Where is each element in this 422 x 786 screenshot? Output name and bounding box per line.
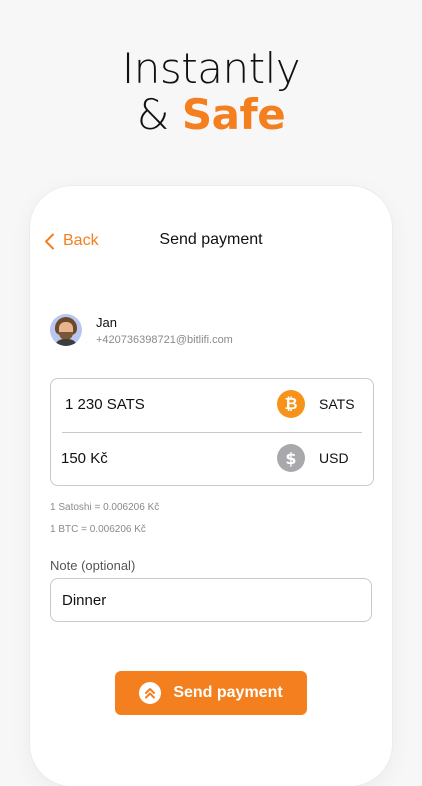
sats-currency-label: SATS: [319, 396, 355, 412]
double-chevron-up-icon: [139, 682, 162, 704]
sats-amount-input[interactable]: 1 230 SATS: [65, 396, 145, 413]
rate-btc: 1 BTC = 0.006206 Kč: [50, 524, 146, 535]
fiat-amount-row[interactable]: 150 Kč $ USD: [51, 433, 373, 483]
headline-accent: Safe: [181, 90, 286, 139]
recipient-address: +420736398721@bitlifi.com: [96, 333, 233, 346]
send-button-label: Send payment: [173, 684, 283, 701]
avatar: [50, 314, 82, 346]
fiat-amount-input[interactable]: 150 Kč: [61, 450, 108, 467]
headline-line2: & Safe: [0, 92, 422, 138]
dollar-icon: $: [277, 444, 305, 472]
fiat-currency-label: USD: [319, 450, 349, 466]
headline-amp: &: [136, 90, 170, 139]
recipient-name: Jan: [96, 314, 117, 330]
send-payment-button[interactable]: Send payment: [115, 671, 307, 715]
note-input[interactable]: Dinner: [50, 578, 372, 622]
recipient-contact: Jan +420736398721@bitlifi.com: [50, 314, 233, 346]
note-value: Dinner: [62, 591, 107, 609]
sats-amount-row[interactable]: 1 230 SATS ₿ SATS: [51, 379, 373, 429]
amount-box: 1 230 SATS ₿ SATS 150 Kč $ USD: [50, 378, 374, 486]
headline: Instantly & Safe: [0, 46, 422, 138]
note-label: Note (optional): [50, 558, 136, 573]
bitcoin-icon: ₿: [277, 390, 305, 418]
headline-line1: Instantly: [121, 44, 301, 93]
rate-satoshi: 1 Satoshi = 0.006206 Kč: [50, 502, 160, 513]
page-title: Send payment: [159, 231, 263, 248]
